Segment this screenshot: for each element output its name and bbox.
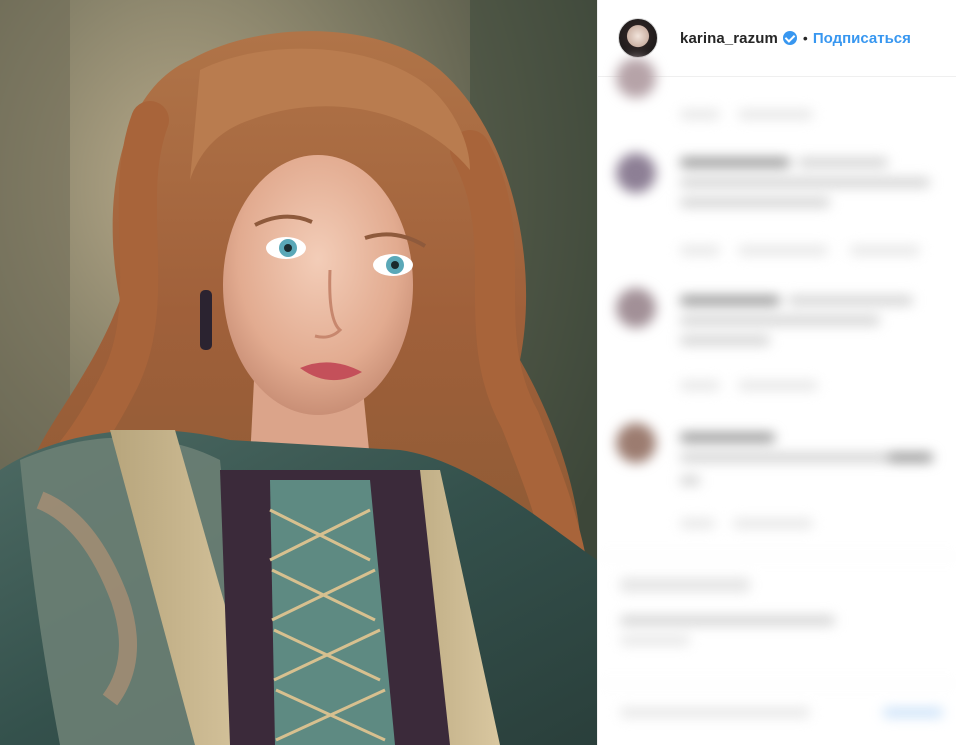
comment-meta (738, 246, 828, 255)
comment-input-placeholder (620, 708, 810, 717)
comment-text (680, 453, 890, 462)
comment-meta (850, 246, 920, 255)
comment-avatar (616, 153, 656, 193)
verified-badge-icon (782, 31, 797, 45)
comment-meta (738, 110, 813, 119)
comment-text (680, 198, 830, 207)
comment-meta (680, 519, 715, 528)
comment-text (680, 178, 930, 187)
action-icons (620, 578, 750, 592)
separator-dot: • (802, 30, 808, 46)
publish-button (883, 708, 943, 717)
comment-meta (680, 110, 720, 119)
comment-text (888, 453, 933, 462)
comment-text (788, 296, 913, 305)
comment-text (680, 316, 880, 325)
comment-meta (680, 381, 720, 390)
section-divider (598, 556, 956, 557)
username-link[interactable]: karina_razum (680, 30, 778, 47)
comment-meta (738, 381, 818, 390)
post-side-panel: karina_razum • Подписаться (597, 0, 956, 745)
comment-text (680, 336, 770, 345)
comment-avatar (616, 288, 656, 328)
comment-meta (680, 246, 720, 255)
avatar[interactable] (618, 18, 658, 58)
comment-text (798, 158, 888, 167)
post-date (620, 636, 690, 645)
comment-avatar (616, 423, 656, 463)
comment-text (680, 476, 700, 485)
likes-count (620, 616, 835, 625)
comment-text (680, 296, 780, 305)
portrait-illustration (0, 0, 597, 745)
comment-text (680, 433, 775, 442)
comment-text (680, 158, 790, 167)
comment-meta (733, 519, 813, 528)
section-divider (598, 683, 956, 684)
post-photo[interactable] (0, 0, 597, 745)
follow-button[interactable]: Подписаться (813, 30, 911, 47)
comment-avatar (616, 58, 656, 98)
comments-list-blurred (598, 58, 956, 745)
